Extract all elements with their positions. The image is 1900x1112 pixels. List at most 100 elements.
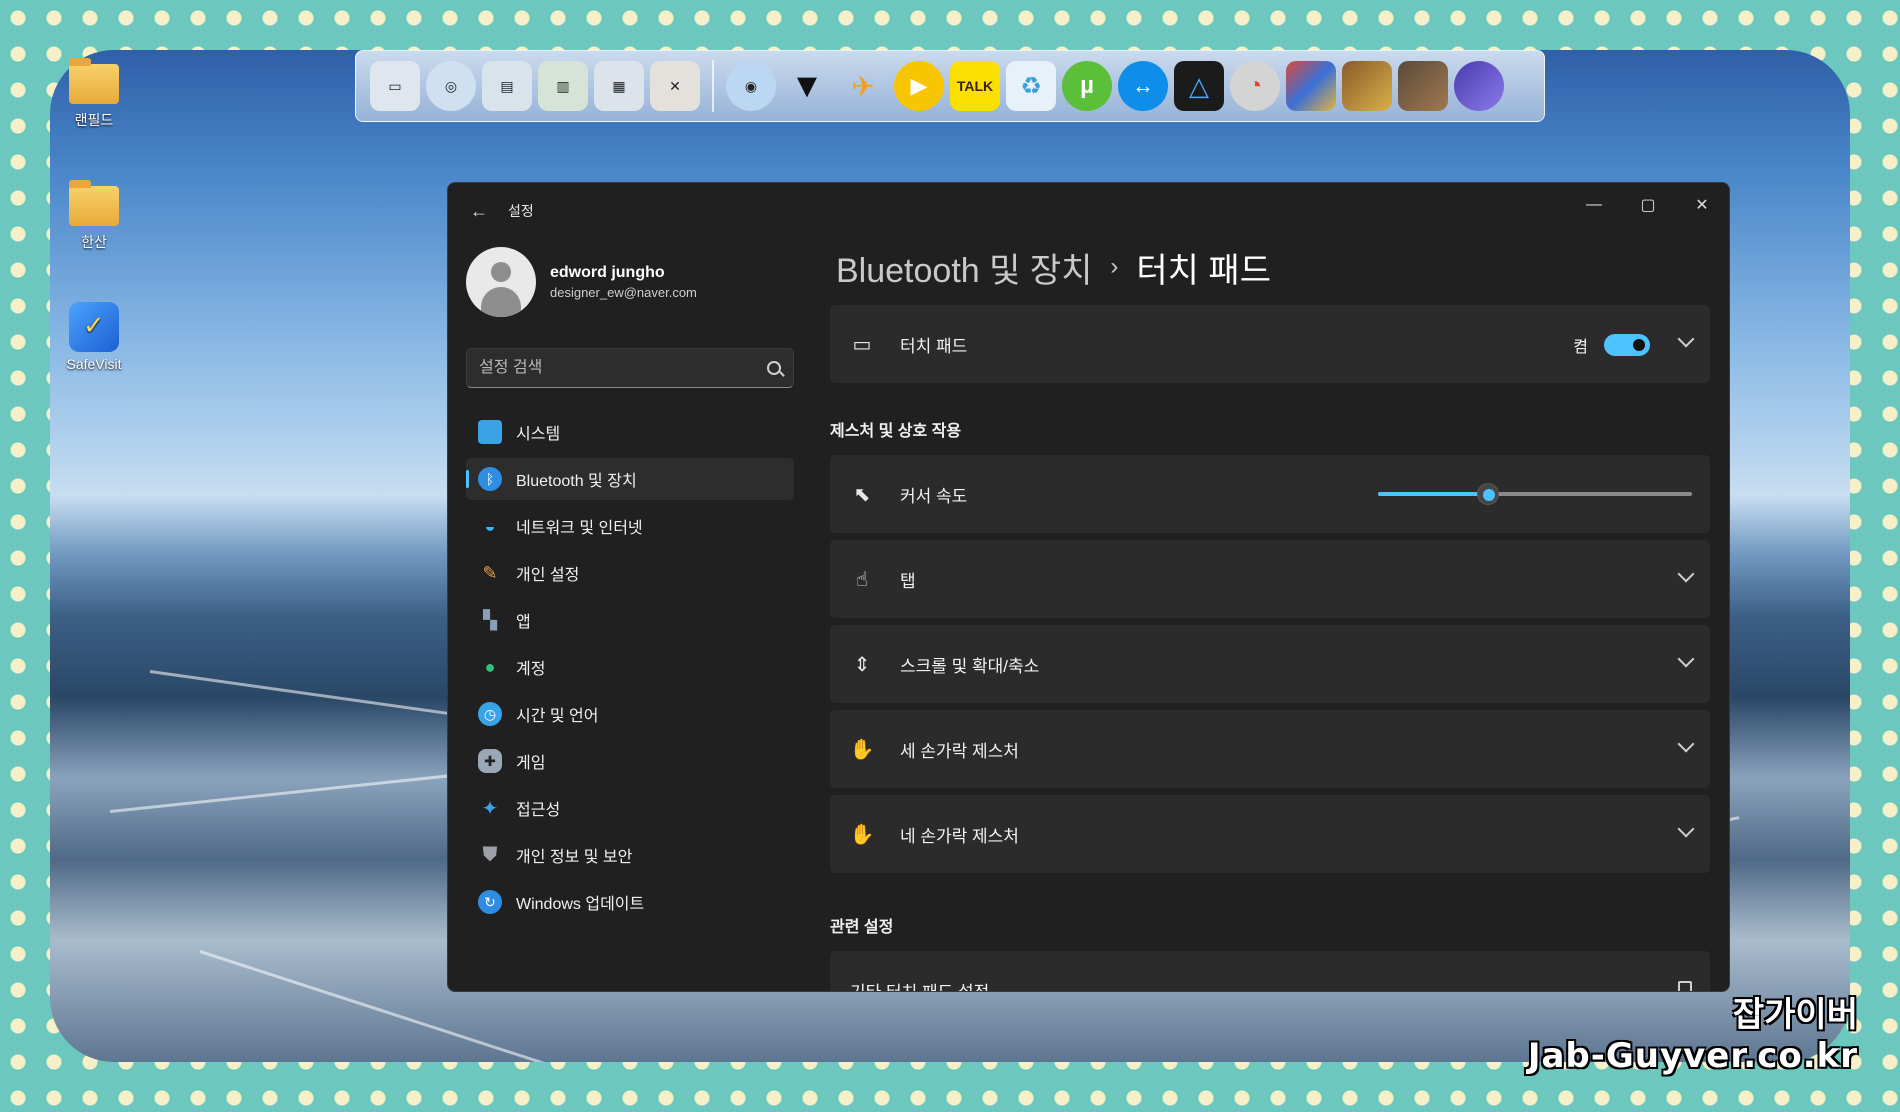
folder-icon[interactable]: ▥: [538, 61, 588, 111]
sidebar-item-label: 개인 정보 및 보안: [516, 849, 633, 866]
search-input[interactable]: [479, 359, 767, 377]
four-finger-card[interactable]: ✋ 네 손가락 제스처: [830, 795, 1710, 873]
minimize-icon[interactable]: —: [1567, 183, 1621, 227]
globe-icon[interactable]: ◉: [726, 61, 776, 111]
sidebar-item-personalization[interactable]: ✎ 개인 설정: [466, 552, 794, 594]
breadcrumb-parent[interactable]: Bluetooth 및 장치: [836, 243, 1092, 292]
desktop-icon-safevisit[interactable]: SafeVisit: [54, 302, 134, 372]
documents-icon[interactable]: ▤: [482, 61, 532, 111]
settings-window: ← 설정 — ▢ ✕ edword jungho designer_ew@nav…: [447, 182, 1730, 992]
user-profile[interactable]: edword jungho designer_ew@naver.com: [466, 247, 697, 317]
kakaotalk-icon[interactable]: TALK: [950, 61, 1000, 111]
game-art-icon[interactable]: [1286, 61, 1336, 111]
card-label: 탭: [900, 571, 916, 591]
toggle-state-label: 켬: [1573, 339, 1588, 356]
three-finger-card[interactable]: ✋ 세 손가락 제스처: [830, 710, 1710, 788]
control-panel-icon[interactable]: ▦: [594, 61, 644, 111]
update-icon: ↻: [478, 890, 502, 914]
person-icon: ●: [484, 656, 496, 677]
cursor-speed-slider[interactable]: [1378, 483, 1692, 505]
search-icon[interactable]: [767, 361, 781, 375]
sidebar-item-label: Bluetooth 및 장치: [516, 473, 637, 490]
chevron-down-icon[interactable]: [1677, 565, 1695, 583]
profile-name: edword jungho: [550, 264, 665, 281]
sidebar-item-label: 게임: [516, 755, 546, 772]
chevron-down-icon[interactable]: [1677, 820, 1695, 838]
warrior-icon[interactable]: [1398, 61, 1448, 111]
watermark: 잡가이버 Jab-Guyver.co.kr: [1528, 987, 1858, 1076]
sidebar-item-label: 시간 및 언어: [516, 708, 599, 725]
touchpad-toggle[interactable]: [1604, 334, 1650, 356]
castle-icon[interactable]: [1342, 61, 1392, 111]
four-finger-icon: ✋: [849, 823, 875, 846]
kakaotalk-text: TALK: [956, 78, 994, 94]
avatar: [466, 247, 536, 317]
back-arrow-icon[interactable]: ←: [464, 196, 494, 226]
sidebar-item-label: 접근성: [516, 802, 561, 819]
wifi-icon: ◒: [484, 515, 496, 536]
sidebar-item-gaming[interactable]: ✚ 게임: [466, 740, 794, 782]
sidebar-item-apps[interactable]: ▚ 앱: [466, 599, 794, 641]
folder-icon: [69, 58, 119, 104]
tap-icon: ☝: [855, 568, 869, 591]
plane-icon[interactable]: ✈: [838, 61, 888, 111]
sidebar-item-time-language[interactable]: ◷ 시간 및 언어: [466, 693, 794, 735]
slider-thumb[interactable]: [1476, 483, 1499, 505]
touchpad-card[interactable]: ▭ 터치 패드 켬: [830, 305, 1710, 383]
window-title: 설정: [508, 203, 534, 219]
related-link-card[interactable]: 기타 터치 패드 설정: [830, 951, 1710, 991]
sidebar-item-system[interactable]: 시스템: [466, 411, 794, 453]
breadcrumb: Bluetooth 및 장치 › 터치 패드: [836, 239, 1710, 295]
tree-icon[interactable]: [1454, 61, 1504, 111]
title-bar: ← 설정 — ▢ ✕: [448, 183, 1729, 239]
photo-app-icon[interactable]: ◔: [1230, 61, 1280, 111]
main-content: Bluetooth 및 장치 › 터치 패드 ▭ 터치 패드 켬 제스처 및 상…: [830, 239, 1710, 991]
sidebar-item-accessibility[interactable]: ✦ 접근성: [466, 787, 794, 829]
slider-fill: [1378, 492, 1488, 496]
brush-icon: ✎: [482, 562, 498, 583]
my-computer-icon[interactable]: ▭: [370, 61, 420, 111]
bluetooth-icon: ᛒ: [478, 467, 502, 491]
desktop-icon-label: 랜필드: [74, 112, 114, 128]
cursor-speed-label: 커서 속도: [900, 486, 968, 506]
cursor-speed-card: ⬉ 커서 속도: [830, 455, 1710, 533]
touchpad-label: 터치 패드: [900, 336, 968, 356]
sidebar-item-bluetooth[interactable]: ᛒ Bluetooth 및 장치: [466, 458, 794, 500]
touchpad-icon: ▭: [852, 333, 872, 356]
card-label: 네 손가락 제스처: [900, 826, 1019, 846]
safevisit-icon: [69, 302, 119, 352]
cursor-icon: ⬉: [853, 483, 871, 506]
tshirt-icon[interactable]: ▼: [782, 61, 832, 111]
close-icon[interactable]: ✕: [1675, 183, 1729, 227]
sidebar-item-privacy[interactable]: ⛊ 개인 정보 및 보안: [466, 834, 794, 876]
folder-icon: [69, 180, 119, 226]
desktop-icon-folder-1[interactable]: 랜필드: [54, 58, 134, 130]
tools-icon[interactable]: ✕: [650, 61, 700, 111]
sidebar-item-label: 계정: [516, 661, 546, 678]
network-icon[interactable]: ◎: [426, 61, 476, 111]
scroll-zoom-card[interactable]: ⇕ 스크롤 및 확대/축소: [830, 625, 1710, 703]
apps-icon: ▚: [483, 609, 497, 630]
shield-icon: ⛊: [482, 843, 498, 866]
watermark-korean: 잡가이버: [1732, 995, 1858, 1035]
tap-card[interactable]: ☝ 탭: [830, 540, 1710, 618]
dock-separator: [712, 60, 714, 112]
play-icon[interactable]: ▶: [894, 61, 944, 111]
sidebar-item-accounts[interactable]: ● 계정: [466, 646, 794, 688]
chevron-down-icon[interactable]: [1677, 735, 1695, 753]
page-title: 터치 패드: [1136, 251, 1271, 290]
sidebar-item-network[interactable]: ◒ 네트워크 및 인터넷: [466, 505, 794, 547]
maximize-icon[interactable]: ▢: [1621, 183, 1675, 227]
search-box[interactable]: [466, 348, 794, 388]
chevron-down-icon[interactable]: [1677, 650, 1695, 668]
profile-email: designer_ew@naver.com: [550, 285, 697, 300]
utorrent-icon[interactable]: µ: [1062, 61, 1112, 111]
recycle-bin-icon[interactable]: ♻: [1006, 61, 1056, 111]
chevron-down-icon[interactable]: [1677, 330, 1695, 348]
desktop-icon-folder-2[interactable]: 한산: [54, 180, 134, 252]
triangle-app-icon[interactable]: △: [1174, 61, 1224, 111]
desktop-icon-label: SafeVisit: [66, 356, 122, 372]
teamviewer-icon[interactable]: ↔: [1118, 61, 1168, 111]
section-heading-related: 관련 설정: [830, 919, 894, 936]
sidebar-item-windows-update[interactable]: ↻ Windows 업데이트: [466, 881, 794, 923]
